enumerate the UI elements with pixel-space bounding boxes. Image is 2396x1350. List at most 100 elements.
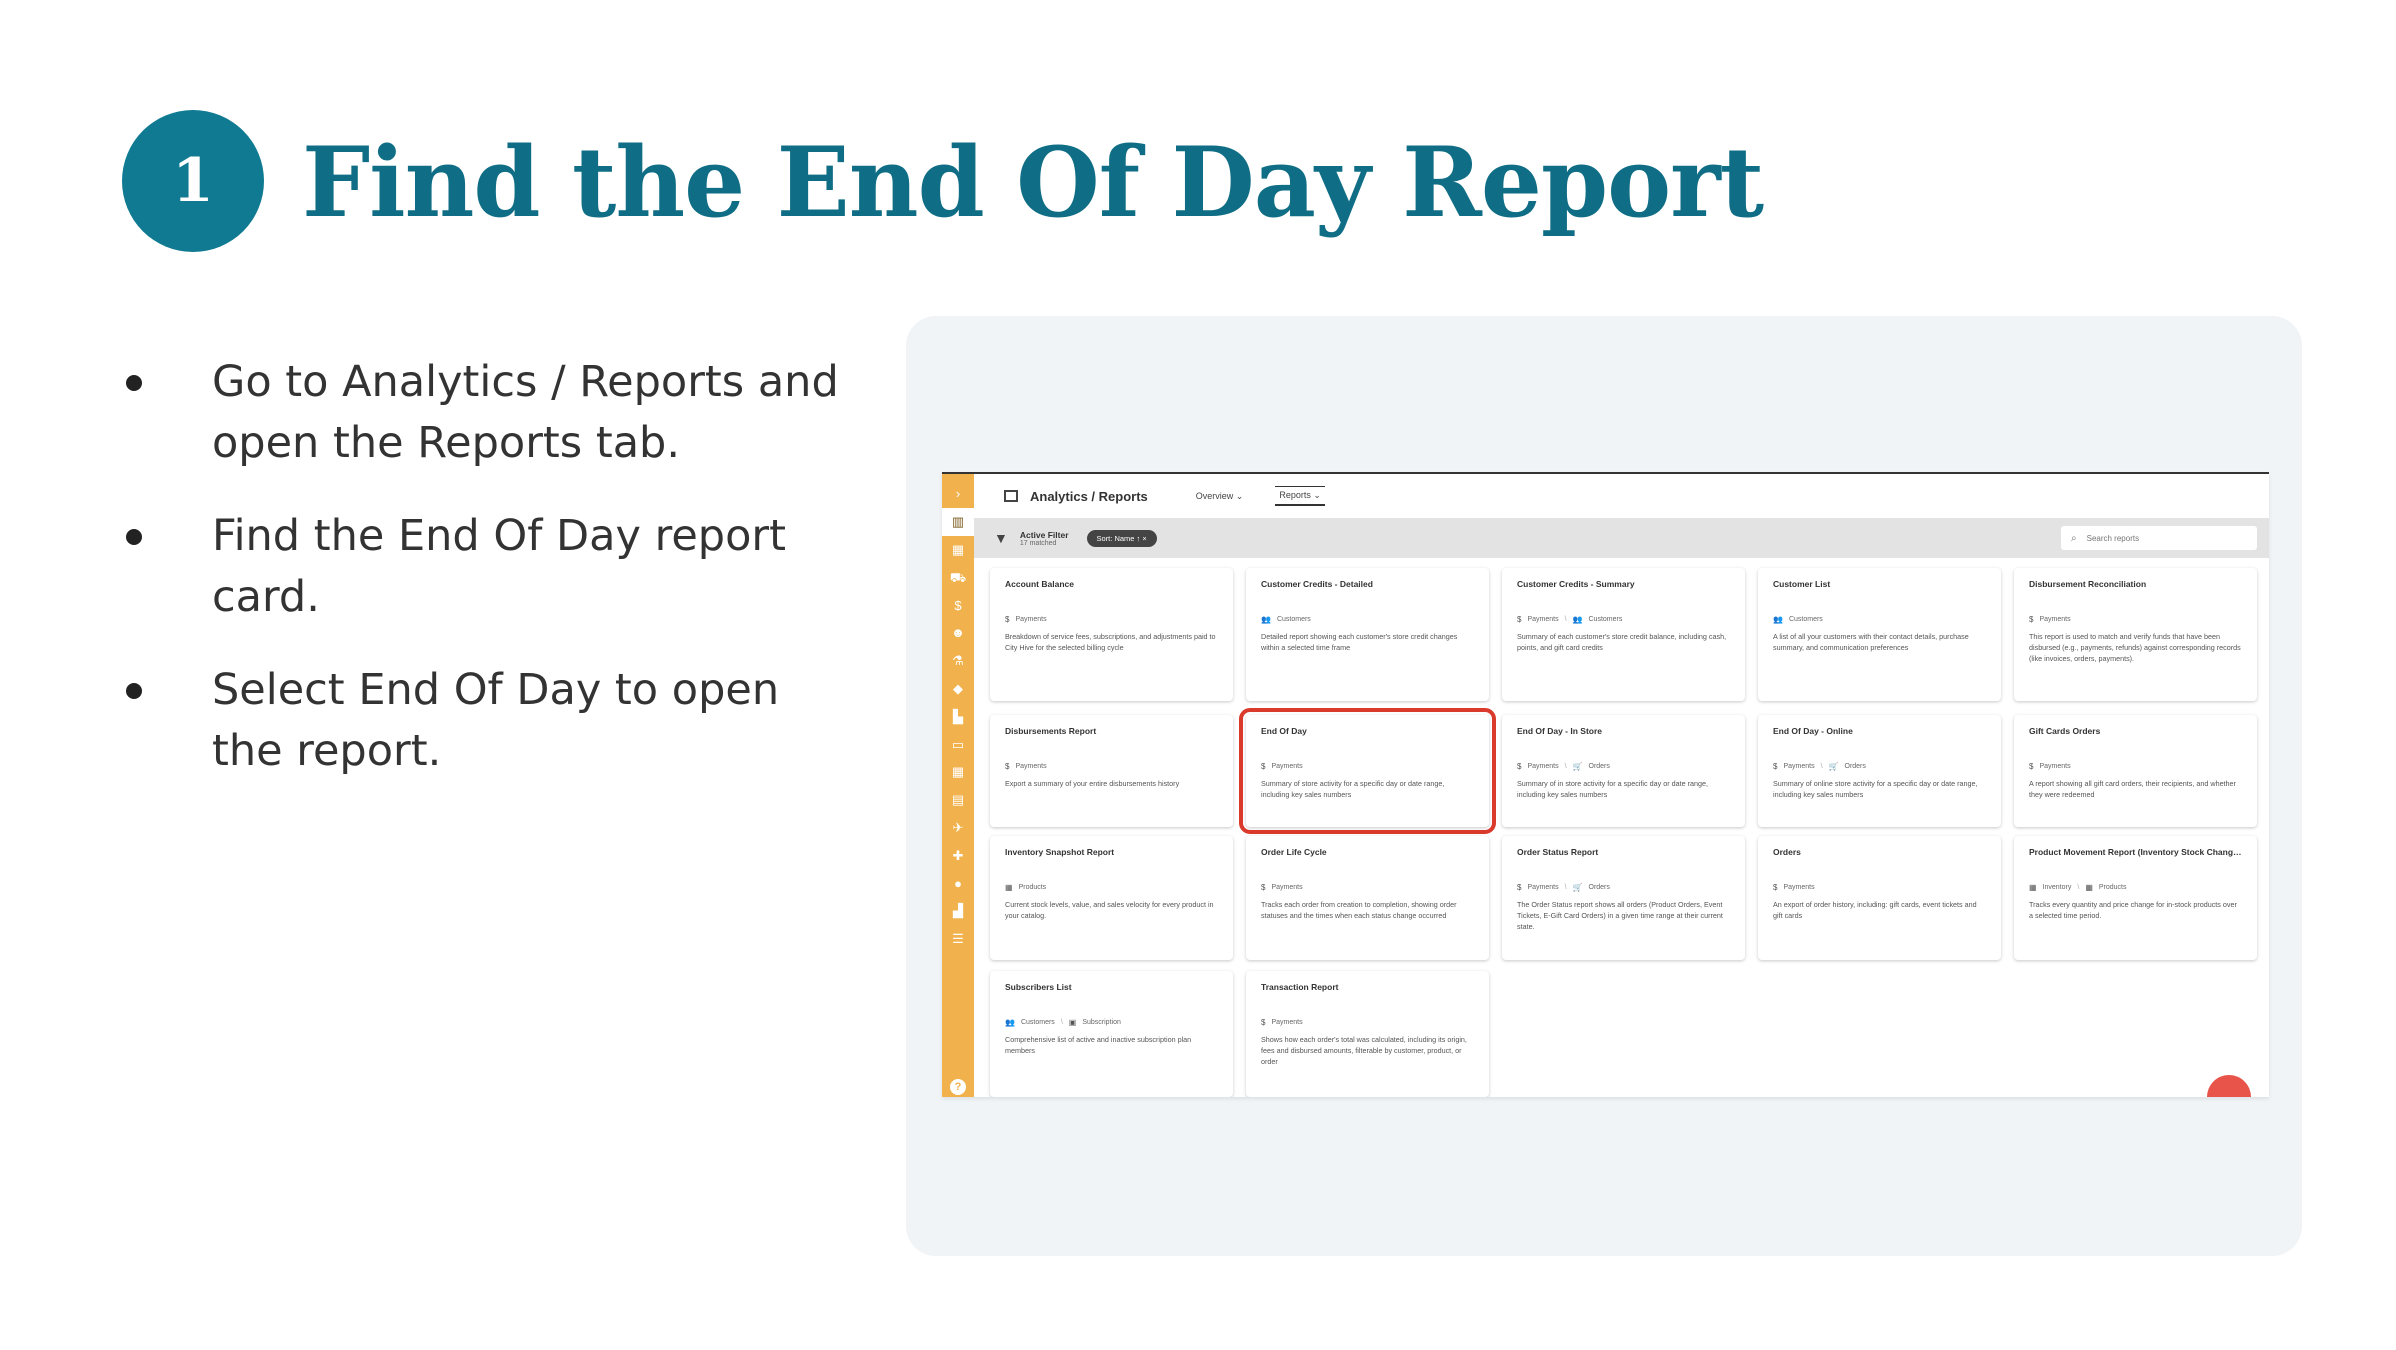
instruction-item: Select End Of Day to open the report. xyxy=(122,660,862,782)
report-card-title: End Of Day - Online xyxy=(1773,726,1853,736)
report-card[interactable]: End Of Day - Online $ Payments \ 🛒 Orders Summ… xyxy=(1758,715,2001,827)
report-card[interactable]: Customer Credits - Detailed 👥 Customers Det… xyxy=(1246,568,1489,701)
cart-icon[interactable]: ⛟ xyxy=(942,563,974,591)
report-card[interactable]: Subscribers List 👥 Customers \ ▣ Subscription… xyxy=(990,971,1233,1097)
report-card-tags: $ Payments xyxy=(1005,762,1218,771)
report-card-title: Customer List xyxy=(1773,579,1831,589)
report-card[interactable]: Order Status Report $ Payments \ 🛒 Orders The … xyxy=(1502,836,1745,960)
report-card-title: Order Life Cycle xyxy=(1261,847,1327,857)
instruction-list: Go to Analytics / Reports and open the R… xyxy=(122,352,862,814)
sort-chip[interactable]: Sort: Name ↑ × xyxy=(1086,529,1157,547)
app-breadcrumb-title: Analytics / Reports xyxy=(1030,488,1148,504)
tag-separator: \ xyxy=(1564,616,1567,623)
report-card-title: Product Movement Report (Inventory Stock… xyxy=(2029,847,2242,857)
grid-icon[interactable]: ▦ xyxy=(942,536,974,564)
category-tag: Payments xyxy=(1271,1019,1303,1026)
search-input[interactable] xyxy=(2086,533,2237,543)
report-card-tags: $ Payments xyxy=(2029,615,2242,624)
tag-separator: \ xyxy=(1060,1019,1063,1026)
category-tag: Products xyxy=(2098,884,2127,891)
report-card[interactable]: Gift Cards Orders $ Payments A report showi… xyxy=(2014,715,2257,827)
reports-app-screenshot: › ▥ ▦ ⛟ $ ☻ ⚗ ◆ ▙ ▭ ▦ ▤ ✈ ✚ ● ▟ ☰ ? Anal… xyxy=(942,472,2269,1097)
category-tag: Payments xyxy=(1527,763,1559,770)
help-icon[interactable]: ? xyxy=(950,1079,966,1095)
category-icon: 👥 xyxy=(1572,615,1583,624)
category-icon: 👥 xyxy=(1005,1018,1015,1027)
report-card[interactable]: Orders $ Payments An export of order histor… xyxy=(1758,836,2001,960)
house-icon[interactable]: ▟ xyxy=(942,897,974,925)
instruction-text: Go to Analytics / Reports and open the R… xyxy=(212,357,839,468)
filter-icon[interactable]: ▼ xyxy=(994,530,1008,546)
report-card-title: Customer Credits - Detailed xyxy=(1261,579,1373,589)
category-icon: $ xyxy=(1261,1018,1266,1027)
instruction-text: Find the End Of Day report card. xyxy=(212,511,786,622)
report-card-description: A report showing all gift card orders, t… xyxy=(2029,779,2236,799)
book-icon[interactable]: ▤ xyxy=(942,786,974,814)
report-card[interactable]: Order Life Cycle $ Payments Tracks each ord… xyxy=(1246,836,1489,960)
bullet-dot xyxy=(126,683,142,699)
active-filter-info: Active Filter 17 matched xyxy=(1020,530,1069,547)
category-icon: $ xyxy=(1517,762,1522,771)
report-card[interactable]: Account Balance $ Payments Breakdown of ser… xyxy=(990,568,1233,701)
calendar-icon[interactable]: ▦ xyxy=(942,758,974,786)
report-card[interactable]: Disbursement Reconciliation $ Payments This… xyxy=(2014,568,2257,701)
tab-reports[interactable]: Reports ⌄ xyxy=(1275,486,1325,506)
category-tag: Customers xyxy=(1588,616,1623,623)
report-card-description: Current stock levels, value, and sales v… xyxy=(1005,900,1214,920)
category-tag: Customers xyxy=(1788,616,1823,623)
report-card[interactable]: Customer Credits - Summary $ Payments \ 👥 Cus… xyxy=(1502,568,1745,701)
category-icon: ▦ xyxy=(2029,883,2037,892)
report-card-title: Orders xyxy=(1773,847,1801,857)
ticket-icon[interactable]: ▭ xyxy=(942,730,974,758)
category-tag: Subscription xyxy=(1082,1019,1121,1026)
instruction-item: Go to Analytics / Reports and open the R… xyxy=(122,352,862,474)
report-card-tags: ▦ Inventory \ ▦ Products xyxy=(2029,883,2242,892)
report-card[interactable]: Product Movement Report (Inventory Stock… xyxy=(2014,836,2257,960)
category-tag: Orders xyxy=(1588,763,1610,770)
category-icon: $ xyxy=(1517,883,1522,892)
report-card[interactable]: Transaction Report $ Payments Shows how eac… xyxy=(1246,971,1489,1097)
plane-icon[interactable]: ✈ xyxy=(942,814,974,842)
search-icon: ⌕ xyxy=(2071,532,2077,544)
puzzle-icon[interactable]: ✚ xyxy=(942,841,974,869)
analytics-icon[interactable]: ▥ xyxy=(942,507,974,536)
database-icon[interactable]: ☰ xyxy=(942,925,974,953)
report-card-tags: $ Payments xyxy=(2029,762,2242,771)
lightbulb-icon[interactable]: ● xyxy=(942,869,974,897)
bullet-dot xyxy=(126,375,142,391)
report-card-tags: ▦ Products xyxy=(1005,883,1218,892)
instruction-item: Find the End Of Day report card. xyxy=(122,506,862,628)
category-icon: $ xyxy=(1517,615,1522,624)
filter-count: 17 matched xyxy=(1019,539,1057,547)
dollar-icon[interactable]: $ xyxy=(942,591,974,619)
report-card-title: End Of Day - In Store xyxy=(1517,726,1603,736)
category-tag: Payments xyxy=(2039,763,2071,770)
report-card-end-of-day[interactable]: End Of Day $ Payments Summary of store acti… xyxy=(1239,708,1496,834)
report-card-description: This report is used to match and verify … xyxy=(2029,632,2241,663)
report-card[interactable]: Customer List 👥 Customers A list of all you… xyxy=(1758,568,2001,701)
category-icon: $ xyxy=(1005,762,1010,771)
report-card-description: Comprehensive list of active and inactiv… xyxy=(1005,1035,1192,1055)
report-card-description: Summary of each customer's store credit … xyxy=(1517,632,1727,652)
building-icon[interactable]: ▙ xyxy=(942,702,974,730)
users-icon[interactable]: ☻ xyxy=(942,619,974,647)
tag-icon[interactable]: ◆ xyxy=(942,675,974,703)
report-card-title: Subscribers List xyxy=(1005,982,1072,992)
report-card-tags: $ Payments \ 🛒 Orders xyxy=(1517,762,1730,771)
category-icon: $ xyxy=(1261,762,1266,771)
report-card[interactable]: End Of Day - In Store $ Payments \ 🛒 Orders Su… xyxy=(1502,715,1745,827)
report-card-title: Disbursements Report xyxy=(1005,726,1097,736)
report-card[interactable]: Disbursements Report $ Payments Export a su… xyxy=(990,715,1233,827)
tab-overview[interactable]: Overview ⌄ xyxy=(1192,488,1248,505)
report-card-tags: 👥 Customers \ ▣ Subscription xyxy=(1005,1018,1218,1027)
app-sidebar: › ▥ ▦ ⛟ $ ☻ ⚗ ◆ ▙ ▭ ▦ ▤ ✈ ✚ ● ▟ ☰ ? xyxy=(942,474,974,1097)
flask-icon[interactable]: ⚗ xyxy=(942,647,974,675)
chevron-right-icon[interactable]: › xyxy=(942,480,974,508)
instruction-text: Select End Of Day to open the report. xyxy=(212,665,780,776)
search-box[interactable]: ⌕ xyxy=(2061,526,2257,550)
report-card-description: A list of all your customers with their … xyxy=(1773,632,1969,652)
category-tag: Orders xyxy=(1844,763,1866,770)
report-card-grid: Account Balance $ Payments Breakdown of ser… xyxy=(990,568,2257,1097)
report-card[interactable]: Inventory Snapshot Report ▦ Products Curren… xyxy=(990,836,1233,960)
category-tag: Payments xyxy=(1527,616,1559,623)
